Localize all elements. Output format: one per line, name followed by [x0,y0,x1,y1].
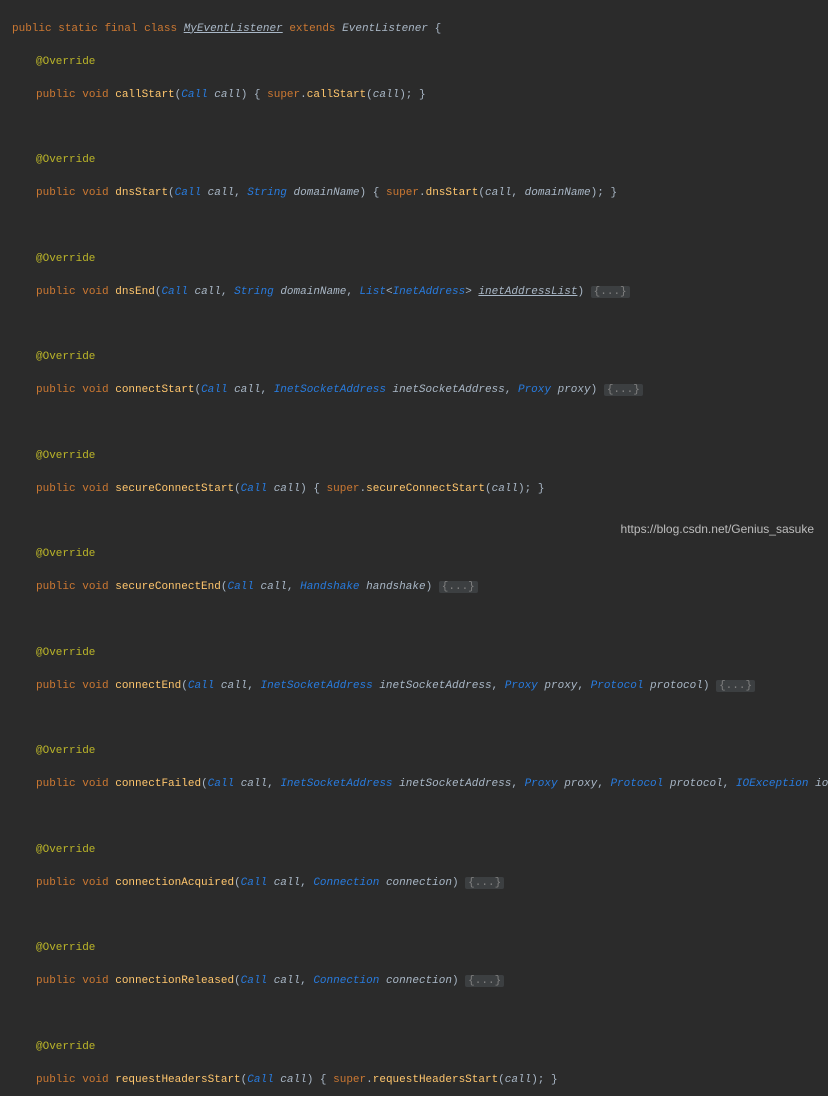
code-line [12,415,828,431]
code-line [12,711,828,727]
code-line: public void dnsStart(Call call, String d… [12,185,828,202]
code-line: @Override [12,842,828,859]
code-line: @Override [12,546,828,563]
code-line: public void connectionReleased(Call call… [12,973,828,990]
code-line: @Override [12,743,828,760]
code-line [12,317,828,333]
code-line: @Override [12,152,828,169]
code-line: @Override [12,940,828,957]
code-line [12,120,828,136]
code-line: public void requestHeadersStart(Call cal… [12,1072,828,1089]
code-line: public void dnsEnd(Call call, String dom… [12,284,828,301]
code-line: public void connectEnd(Call call, InetSo… [12,678,828,695]
fold-indicator[interactable]: {...} [439,581,478,593]
code-line: public void callStart(Call call) { super… [12,87,828,104]
fold-indicator[interactable]: {...} [716,680,755,692]
code-line: @Override [12,54,828,71]
code-line: @Override [12,1039,828,1056]
code-line: public void connectionAcquired(Call call… [12,875,828,892]
code-editor[interactable]: public static final class MyEventListene… [0,0,828,1096]
code-line: public void connectFailed(Call call, Ine… [12,776,828,793]
code-line: public void connectStart(Call call, Inet… [12,382,828,399]
fold-indicator[interactable]: {...} [465,975,504,987]
code-line [12,1006,828,1022]
fold-indicator[interactable]: {...} [604,384,643,396]
code-line: @Override [12,349,828,366]
fold-indicator[interactable]: {...} [465,877,504,889]
code-line [12,612,828,628]
code-line [12,809,828,825]
code-line: public void secureConnectStart(Call call… [12,481,828,498]
code-line: public void secureConnectEnd(Call call, … [12,579,828,596]
fold-indicator[interactable]: {...} [591,286,630,298]
code-line [12,218,828,234]
code-line: @Override [12,251,828,268]
code-line: public static final class MyEventListene… [12,21,828,38]
code-line: @Override [12,645,828,662]
code-line [12,908,828,924]
watermark-text: https://blog.csdn.net/Genius_sasuke [621,520,814,538]
code-line: @Override [12,448,828,465]
